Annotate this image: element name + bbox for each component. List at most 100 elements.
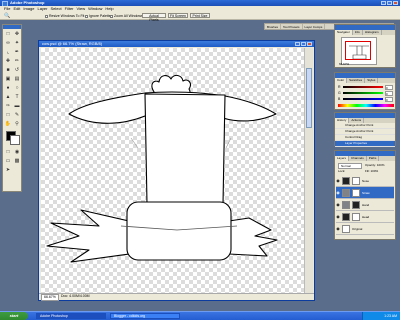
eye-icon[interactable]: ◉ [336,214,340,219]
document-title-bar[interactable]: cow.psd @ 66.7% (Straw, RGB/8) [39,41,314,47]
close-button[interactable] [393,1,398,5]
doc-minimize-button[interactable] [295,42,300,46]
eyedropper-tool-icon[interactable]: ✎ [13,111,21,119]
blue-slider[interactable] [343,98,383,100]
green-value-field[interactable]: 0 [385,90,393,96]
notes-tool-icon[interactable]: □ [4,111,12,119]
tab-styles[interactable]: Styles [365,78,379,83]
blur-tool-icon[interactable]: ● [4,84,12,92]
tab-layers[interactable]: Layers [335,156,350,161]
actual-pixels-button[interactable]: Actual Pixels [142,13,166,22]
resize-windows-label: Resize Windows To Fit [49,14,85,18]
navigator-zoom[interactable]: 66.67% [339,62,349,66]
screen-mode-icon[interactable]: ▭ [4,157,12,165]
clone-stamp-tool-icon[interactable]: ■ [4,66,12,74]
blue-slider-row: B 0 [338,96,394,102]
palette-tab-brushes[interactable]: Brushes [265,24,282,29]
dodge-tool-icon[interactable]: ○ [13,84,21,92]
layer-row-selected[interactable]: ◉ Straw [336,187,394,199]
color-tabs: Color Swatches Styles [335,78,395,83]
layer-row[interactable]: ◉ Hand [336,199,394,211]
eraser-tool-icon[interactable]: ▣ [4,75,12,83]
doc-size-readout: Doc: 4.00M/4.00M [61,294,90,298]
doc-close-button[interactable] [307,42,312,46]
document-canvas[interactable] [41,48,304,296]
green-slider[interactable] [343,92,383,94]
hand-tool-icon[interactable]: ✋ [4,120,12,128]
magic-wand-tool-icon[interactable]: ✦ [13,39,21,47]
zoom-level-field[interactable]: 66.67% [41,294,59,301]
navigator-view-box[interactable] [345,41,371,60]
tab-swatches[interactable]: Swatches [347,78,366,83]
quick-mask-icon[interactable]: ◉ [13,148,21,156]
lasso-tool-icon[interactable]: ∞ [4,39,12,47]
type-tool-icon[interactable]: T [13,93,21,101]
cow-body-block [126,201,232,261]
maximize-button[interactable] [387,1,392,5]
tab-color[interactable]: Color [335,78,348,83]
ignore-palettes-checkbox[interactable]: Ignore Palettes [85,14,113,18]
system-tray-clock: 1:23 AM [362,312,400,320]
red-slider[interactable] [343,86,383,88]
tab-info[interactable]: Info [353,30,363,35]
layer-mask-thumbnail [352,176,360,185]
zoom-tool-icon[interactable]: 🔍 [4,13,10,19]
eye-icon[interactable]: ◉ [336,202,340,207]
crop-tool-icon[interactable]: ⌞ [4,48,12,56]
toolbox: □ ✥ ∞ ✦ ⌞ ✒ ✚ ✏ ■ ↺ ▣ ▤ ● ○ ▲ T ✑ ▬ □ ✎ … [2,24,22,192]
layer-row[interactable]: ◉ Original [336,223,394,235]
layer-row[interactable]: ◉ Nose [336,175,394,187]
task-blogger[interactable]: Blogger - cdkids.org [110,313,180,319]
blue-value-field[interactable]: 0 [385,96,393,102]
eye-icon[interactable]: ◉ [336,178,340,183]
tab-paths[interactable]: Paths [367,156,380,161]
print-size-button[interactable]: Print Size [190,13,210,18]
doc-maximize-button[interactable] [301,42,306,46]
layer-row[interactable]: ◉ Head [336,211,394,223]
shape-tool-icon[interactable]: ▬ [13,102,21,110]
gradient-tool-icon[interactable]: ▤ [13,75,21,83]
palette-tab-tool-presets[interactable]: Tool Presets [281,24,303,29]
task-photoshop[interactable]: Adobe Photoshop [36,313,106,319]
standard-mode-icon[interactable]: □ [4,148,12,156]
pen-tool-icon[interactable]: ✑ [4,102,12,110]
marquee-tool-icon[interactable]: □ [4,30,12,38]
resize-windows-checkbox[interactable]: Resize Windows To Fit [45,14,84,18]
document-window-controls [295,42,312,46]
zoom-all-checkbox[interactable]: Zoom All Windows [110,14,143,18]
layer-mask-thumbnail [352,200,360,209]
brush-tool-icon[interactable]: ✏ [13,57,21,65]
start-button[interactable]: start [0,312,28,320]
eye-icon[interactable]: ◉ [336,190,340,195]
move-tool-icon[interactable]: ✥ [13,30,21,38]
tab-histogram[interactable]: Histogram [363,30,382,35]
layer-thumbnail [342,212,350,221]
color-spectrum-ramp[interactable] [338,104,394,107]
layer-thumbnail [342,176,350,185]
background-color-swatch[interactable] [10,135,20,145]
history-brush-tool-icon[interactable]: ↺ [13,66,21,74]
layer-mask-thumbnail [352,212,360,221]
opacity-field[interactable]: Opacity: 100% [365,163,385,167]
tab-navigator[interactable]: Navigator [335,30,353,35]
fit-screen-button[interactable]: Fit Screen [168,13,188,18]
history-state-selected[interactable]: Layer Properties [335,141,395,147]
fill-field[interactable]: Fill: 100% [365,169,378,173]
path-selection-tool-icon[interactable]: ▲ [4,93,12,101]
scrollbar-thumb[interactable] [306,68,312,128]
jump-to-imageready-icon[interactable]: ➤ [4,166,12,174]
minimize-button[interactable] [381,1,386,5]
healing-brush-tool-icon[interactable]: ✚ [4,57,12,65]
zoom-tool-icon-box[interactable]: ⚲ [13,120,21,128]
zoom-all-label: Zoom All Windows [114,14,143,18]
tab-channels[interactable]: Channels [349,156,367,161]
navigator-thumbnail[interactable] [341,37,377,65]
navigator-tabs: Navigator Info Histogram [335,30,395,35]
eye-icon[interactable]: ◉ [336,226,340,231]
full-screen-icon[interactable]: ▩ [13,157,21,165]
slice-tool-icon[interactable]: ✒ [13,48,21,56]
palette-tab-layer-comps[interactable]: Layer Comps [303,24,326,29]
red-value-field[interactable]: 0 [385,84,393,90]
vertical-scrollbar[interactable] [304,48,313,296]
cow-hoof-left [46,209,130,263]
